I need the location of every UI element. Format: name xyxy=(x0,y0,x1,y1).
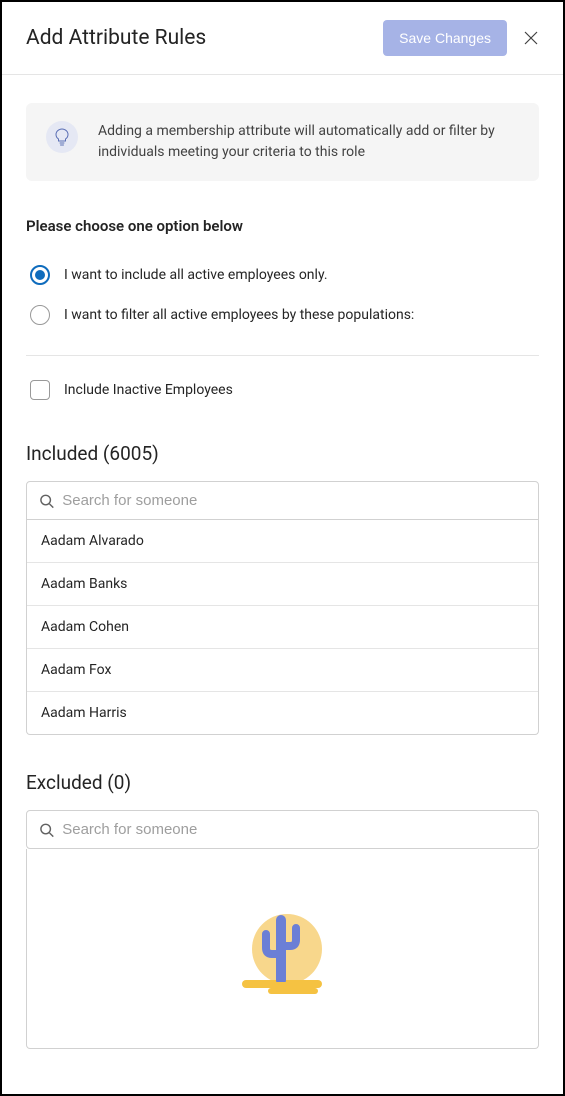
header-actions: Save Changes xyxy=(383,20,539,56)
checkbox-include-inactive[interactable]: Include Inactive Employees xyxy=(26,374,539,406)
radio-label: I want to filter all active employees by… xyxy=(64,307,414,323)
list-item[interactable]: Aadam Harris xyxy=(27,692,538,734)
radio-label: I want to include all active employees o… xyxy=(64,267,328,283)
excluded-search-box[interactable] xyxy=(26,810,539,849)
list-item[interactable]: Aadam Banks xyxy=(27,563,538,606)
list-item[interactable]: Aadam Cohen xyxy=(27,606,538,649)
included-section: Included (6005) Aadam Alvarado Aadam Ban… xyxy=(26,442,539,735)
divider xyxy=(26,355,539,356)
dialog-content: Adding a membership attribute will autom… xyxy=(2,75,563,1077)
checkbox-icon xyxy=(30,380,50,400)
list-item[interactable]: Aadam Fox xyxy=(27,649,538,692)
info-banner: Adding a membership attribute will autom… xyxy=(26,103,539,181)
excluded-section: Excluded (0) xyxy=(26,771,539,1049)
included-search-input[interactable] xyxy=(62,492,526,509)
save-changes-button[interactable]: Save Changes xyxy=(383,20,507,56)
excluded-search-input[interactable] xyxy=(62,821,526,838)
excluded-empty-state xyxy=(26,849,539,1049)
close-icon[interactable] xyxy=(523,30,539,46)
info-text: Adding a membership attribute will autom… xyxy=(98,121,519,163)
lightbulb-icon xyxy=(46,121,78,153)
included-title: Included (6005) xyxy=(26,442,539,465)
excluded-title: Excluded (0) xyxy=(26,771,539,794)
checkbox-label: Include Inactive Employees xyxy=(64,382,233,398)
radio-option-filter-populations[interactable]: I want to filter all active employees by… xyxy=(26,295,539,335)
radio-icon xyxy=(30,305,50,325)
options-section-label: Please choose one option below xyxy=(26,217,539,235)
included-list: Aadam Alvarado Aadam Banks Aadam Cohen A… xyxy=(26,520,539,735)
included-search-box[interactable] xyxy=(26,481,539,520)
cactus-illustration xyxy=(238,904,328,994)
search-icon xyxy=(39,493,54,509)
dialog-header: Add Attribute Rules Save Changes xyxy=(2,2,563,75)
radio-group: I want to include all active employees o… xyxy=(26,255,539,335)
search-icon xyxy=(39,822,54,838)
radio-option-include-all[interactable]: I want to include all active employees o… xyxy=(26,255,539,295)
list-item[interactable]: Aadam Alvarado xyxy=(27,520,538,563)
radio-icon xyxy=(30,265,50,285)
dialog-title: Add Attribute Rules xyxy=(26,26,206,50)
